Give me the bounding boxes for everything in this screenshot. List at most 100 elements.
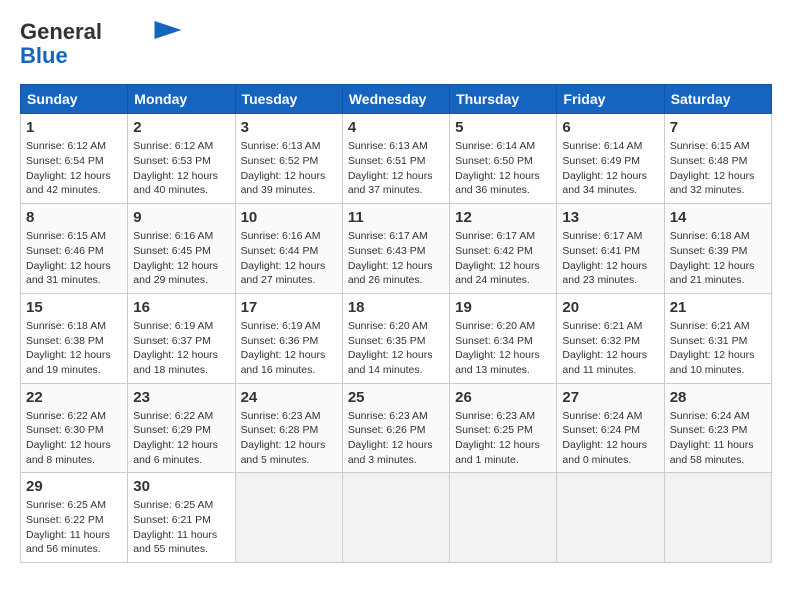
day-info: Sunrise: 6:13 AM Sunset: 6:52 PM Dayligh…: [241, 139, 337, 198]
day-number: 12: [455, 209, 551, 226]
day-info: Sunrise: 6:15 AM Sunset: 6:46 PM Dayligh…: [26, 229, 122, 288]
day-info: Sunrise: 6:12 AM Sunset: 6:53 PM Dayligh…: [133, 139, 229, 198]
calendar-table: SundayMondayTuesdayWednesdayThursdayFrid…: [20, 84, 772, 563]
day-info: Sunrise: 6:21 AM Sunset: 6:32 PM Dayligh…: [562, 319, 658, 378]
logo-icon: [154, 21, 182, 39]
day-number: 18: [348, 299, 444, 316]
day-header-saturday: Saturday: [664, 85, 771, 114]
day-number: 20: [562, 299, 658, 316]
week-row-5: 29 Sunrise: 6:25 AM Sunset: 6:22 PM Dayli…: [21, 473, 772, 563]
day-info: Sunrise: 6:22 AM Sunset: 6:30 PM Dayligh…: [26, 409, 122, 468]
logo-text: General: [20, 20, 102, 44]
day-number: 3: [241, 119, 337, 136]
day-number: 6: [562, 119, 658, 136]
calendar-cell: [342, 473, 449, 563]
day-info: Sunrise: 6:17 AM Sunset: 6:42 PM Dayligh…: [455, 229, 551, 288]
calendar-cell: 2 Sunrise: 6:12 AM Sunset: 6:53 PM Daylig…: [128, 114, 235, 204]
day-header-sunday: Sunday: [21, 85, 128, 114]
day-number: 25: [348, 389, 444, 406]
day-header-friday: Friday: [557, 85, 664, 114]
calendar-cell: 8 Sunrise: 6:15 AM Sunset: 6:46 PM Daylig…: [21, 204, 128, 294]
calendar-cell: 13 Sunrise: 6:17 AM Sunset: 6:41 PM Dayli…: [557, 204, 664, 294]
day-info: Sunrise: 6:23 AM Sunset: 6:26 PM Dayligh…: [348, 409, 444, 468]
day-info: Sunrise: 6:23 AM Sunset: 6:25 PM Dayligh…: [455, 409, 551, 468]
day-info: Sunrise: 6:17 AM Sunset: 6:41 PM Dayligh…: [562, 229, 658, 288]
calendar-cell: 9 Sunrise: 6:16 AM Sunset: 6:45 PM Daylig…: [128, 204, 235, 294]
calendar-cell: 26 Sunrise: 6:23 AM Sunset: 6:25 PM Dayli…: [450, 383, 557, 473]
day-number: 24: [241, 389, 337, 406]
day-info: Sunrise: 6:14 AM Sunset: 6:49 PM Dayligh…: [562, 139, 658, 198]
day-info: Sunrise: 6:21 AM Sunset: 6:31 PM Dayligh…: [670, 319, 766, 378]
calendar-cell: [450, 473, 557, 563]
day-number: 10: [241, 209, 337, 226]
calendar-cell: [557, 473, 664, 563]
day-number: 23: [133, 389, 229, 406]
day-number: 13: [562, 209, 658, 226]
day-info: Sunrise: 6:20 AM Sunset: 6:34 PM Dayligh…: [455, 319, 551, 378]
day-info: Sunrise: 6:16 AM Sunset: 6:45 PM Dayligh…: [133, 229, 229, 288]
calendar-cell: 17Sunrise: 6:19 AM Sunset: 6:36 PM Dayli…: [235, 293, 342, 383]
calendar-cell: 30 Sunrise: 6:25 AM Sunset: 6:21 PM Dayli…: [128, 473, 235, 563]
day-info: Sunrise: 6:25 AM Sunset: 6:22 PM Dayligh…: [26, 498, 122, 557]
calendar-cell: 23 Sunrise: 6:22 AM Sunset: 6:29 PM Dayli…: [128, 383, 235, 473]
day-info: Sunrise: 6:25 AM Sunset: 6:21 PM Dayligh…: [133, 498, 229, 557]
calendar-cell: 29 Sunrise: 6:25 AM Sunset: 6:22 PM Dayli…: [21, 473, 128, 563]
calendar-cell: 14 Sunrise: 6:18 AM Sunset: 6:39 PM Dayli…: [664, 204, 771, 294]
calendar-cell: [235, 473, 342, 563]
calendar-cell: 22 Sunrise: 6:22 AM Sunset: 6:30 PM Dayli…: [21, 383, 128, 473]
calendar-cell: 12 Sunrise: 6:17 AM Sunset: 6:42 PM Dayli…: [450, 204, 557, 294]
day-info: Sunrise: 6:24 AM Sunset: 6:23 PM Dayligh…: [670, 409, 766, 468]
calendar-cell: 15 Sunrise: 6:18 AM Sunset: 6:38 PM Dayli…: [21, 293, 128, 383]
day-number: 15: [26, 299, 122, 316]
day-number: 14: [670, 209, 766, 226]
day-number: 11: [348, 209, 444, 226]
day-number: 16: [133, 299, 229, 316]
calendar-cell: 7 Sunrise: 6:15 AM Sunset: 6:48 PM Daylig…: [664, 114, 771, 204]
logo: General Blue: [20, 20, 182, 68]
day-number: 29: [26, 478, 122, 495]
day-info: Sunrise: 6:18 AM Sunset: 6:38 PM Dayligh…: [26, 319, 122, 378]
calendar-cell: 10 Sunrise: 6:16 AM Sunset: 6:44 PM Dayli…: [235, 204, 342, 294]
day-number: 9: [133, 209, 229, 226]
day-number: 30: [133, 478, 229, 495]
day-header-thursday: Thursday: [450, 85, 557, 114]
day-info: Sunrise: 6:14 AM Sunset: 6:50 PM Dayligh…: [455, 139, 551, 198]
calendar-cell: 1Sunrise: 6:12 AM Sunset: 6:54 PM Daylig…: [21, 114, 128, 204]
logo-blue: Blue: [20, 44, 68, 68]
calendar-cell: [664, 473, 771, 563]
calendar-cell: 18 Sunrise: 6:20 AM Sunset: 6:35 PM Dayli…: [342, 293, 449, 383]
day-number: 8: [26, 209, 122, 226]
day-number: 28: [670, 389, 766, 406]
day-info: Sunrise: 6:19 AM Sunset: 6:37 PM Dayligh…: [133, 319, 229, 378]
calendar-cell: 20 Sunrise: 6:21 AM Sunset: 6:32 PM Dayli…: [557, 293, 664, 383]
calendar-cell: 5Sunrise: 6:14 AM Sunset: 6:50 PM Daylig…: [450, 114, 557, 204]
calendar-cell: 3 Sunrise: 6:13 AM Sunset: 6:52 PM Daylig…: [235, 114, 342, 204]
week-row-2: 8 Sunrise: 6:15 AM Sunset: 6:46 PM Daylig…: [21, 204, 772, 294]
calendar-cell: 21 Sunrise: 6:21 AM Sunset: 6:31 PM Dayli…: [664, 293, 771, 383]
calendar-cell: 6 Sunrise: 6:14 AM Sunset: 6:49 PM Daylig…: [557, 114, 664, 204]
day-number: 22: [26, 389, 122, 406]
day-info: Sunrise: 6:22 AM Sunset: 6:29 PM Dayligh…: [133, 409, 229, 468]
calendar-cell: 27Sunrise: 6:24 AM Sunset: 6:24 PM Dayli…: [557, 383, 664, 473]
calendar-cell: 24 Sunrise: 6:23 AM Sunset: 6:28 PM Dayli…: [235, 383, 342, 473]
day-number: 2: [133, 119, 229, 136]
day-info: Sunrise: 6:23 AM Sunset: 6:28 PM Dayligh…: [241, 409, 337, 468]
day-info: Sunrise: 6:12 AM Sunset: 6:54 PM Dayligh…: [26, 139, 122, 198]
calendar-cell: 25 Sunrise: 6:23 AM Sunset: 6:26 PM Dayli…: [342, 383, 449, 473]
day-header-monday: Monday: [128, 85, 235, 114]
day-info: Sunrise: 6:18 AM Sunset: 6:39 PM Dayligh…: [670, 229, 766, 288]
day-header-tuesday: Tuesday: [235, 85, 342, 114]
day-info: Sunrise: 6:16 AM Sunset: 6:44 PM Dayligh…: [241, 229, 337, 288]
day-info: Sunrise: 6:13 AM Sunset: 6:51 PM Dayligh…: [348, 139, 444, 198]
day-info: Sunrise: 6:20 AM Sunset: 6:35 PM Dayligh…: [348, 319, 444, 378]
week-row-4: 22 Sunrise: 6:22 AM Sunset: 6:30 PM Dayli…: [21, 383, 772, 473]
day-info: Sunrise: 6:15 AM Sunset: 6:48 PM Dayligh…: [670, 139, 766, 198]
page-header: General Blue: [20, 20, 772, 68]
day-number: 21: [670, 299, 766, 316]
day-number: 26: [455, 389, 551, 406]
day-number: 7: [670, 119, 766, 136]
calendar-cell: 19Sunrise: 6:20 AM Sunset: 6:34 PM Dayli…: [450, 293, 557, 383]
week-row-3: 15 Sunrise: 6:18 AM Sunset: 6:38 PM Dayli…: [21, 293, 772, 383]
day-info: Sunrise: 6:17 AM Sunset: 6:43 PM Dayligh…: [348, 229, 444, 288]
calendar-cell: 4Sunrise: 6:13 AM Sunset: 6:51 PM Daylig…: [342, 114, 449, 204]
